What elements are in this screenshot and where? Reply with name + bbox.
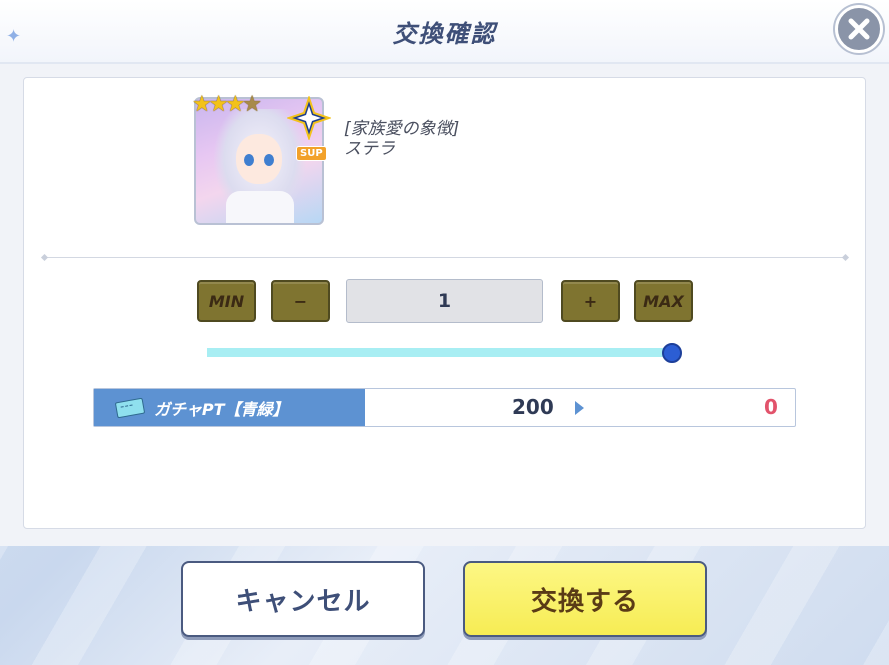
sparkle-type-icon — [286, 95, 332, 141]
cancel-button[interactable]: キャンセル — [181, 561, 425, 637]
arrow-right-icon — [575, 401, 584, 415]
cost-row: ガチャPT【青緑】 200 0 — [93, 388, 796, 427]
quantity-field[interactable]: 1 — [346, 279, 543, 323]
currency-label-box: ガチャPT【青緑】 — [94, 389, 365, 426]
amount-after: 0 — [764, 395, 778, 419]
close-icon — [848, 18, 870, 40]
ticket-icon — [114, 397, 146, 418]
increment-button[interactable]: + — [561, 280, 620, 322]
confirm-exchange-button[interactable]: 交換する — [463, 561, 707, 637]
rarity-stars: ★ ★ ★ ★ — [192, 92, 262, 117]
type-badge: SUP — [296, 146, 327, 161]
amount-before: 200 — [512, 395, 554, 419]
dialog-title: 交換確認 — [392, 20, 497, 48]
star-empty-icon: ★ — [242, 92, 262, 117]
min-button[interactable]: MIN — [197, 280, 256, 322]
close-button[interactable] — [835, 5, 883, 53]
currency-label: ガチャPT【青緑】 — [154, 399, 289, 419]
dialog-header: ✦ 交換確認 — [0, 0, 889, 64]
quantity-slider-thumb[interactable] — [662, 343, 682, 363]
max-button[interactable]: MAX — [634, 280, 693, 322]
quantity-slider-track[interactable] — [207, 348, 672, 357]
item-name: ステラ — [344, 139, 395, 159]
decrement-button[interactable]: − — [271, 280, 330, 322]
divider — [44, 257, 846, 258]
